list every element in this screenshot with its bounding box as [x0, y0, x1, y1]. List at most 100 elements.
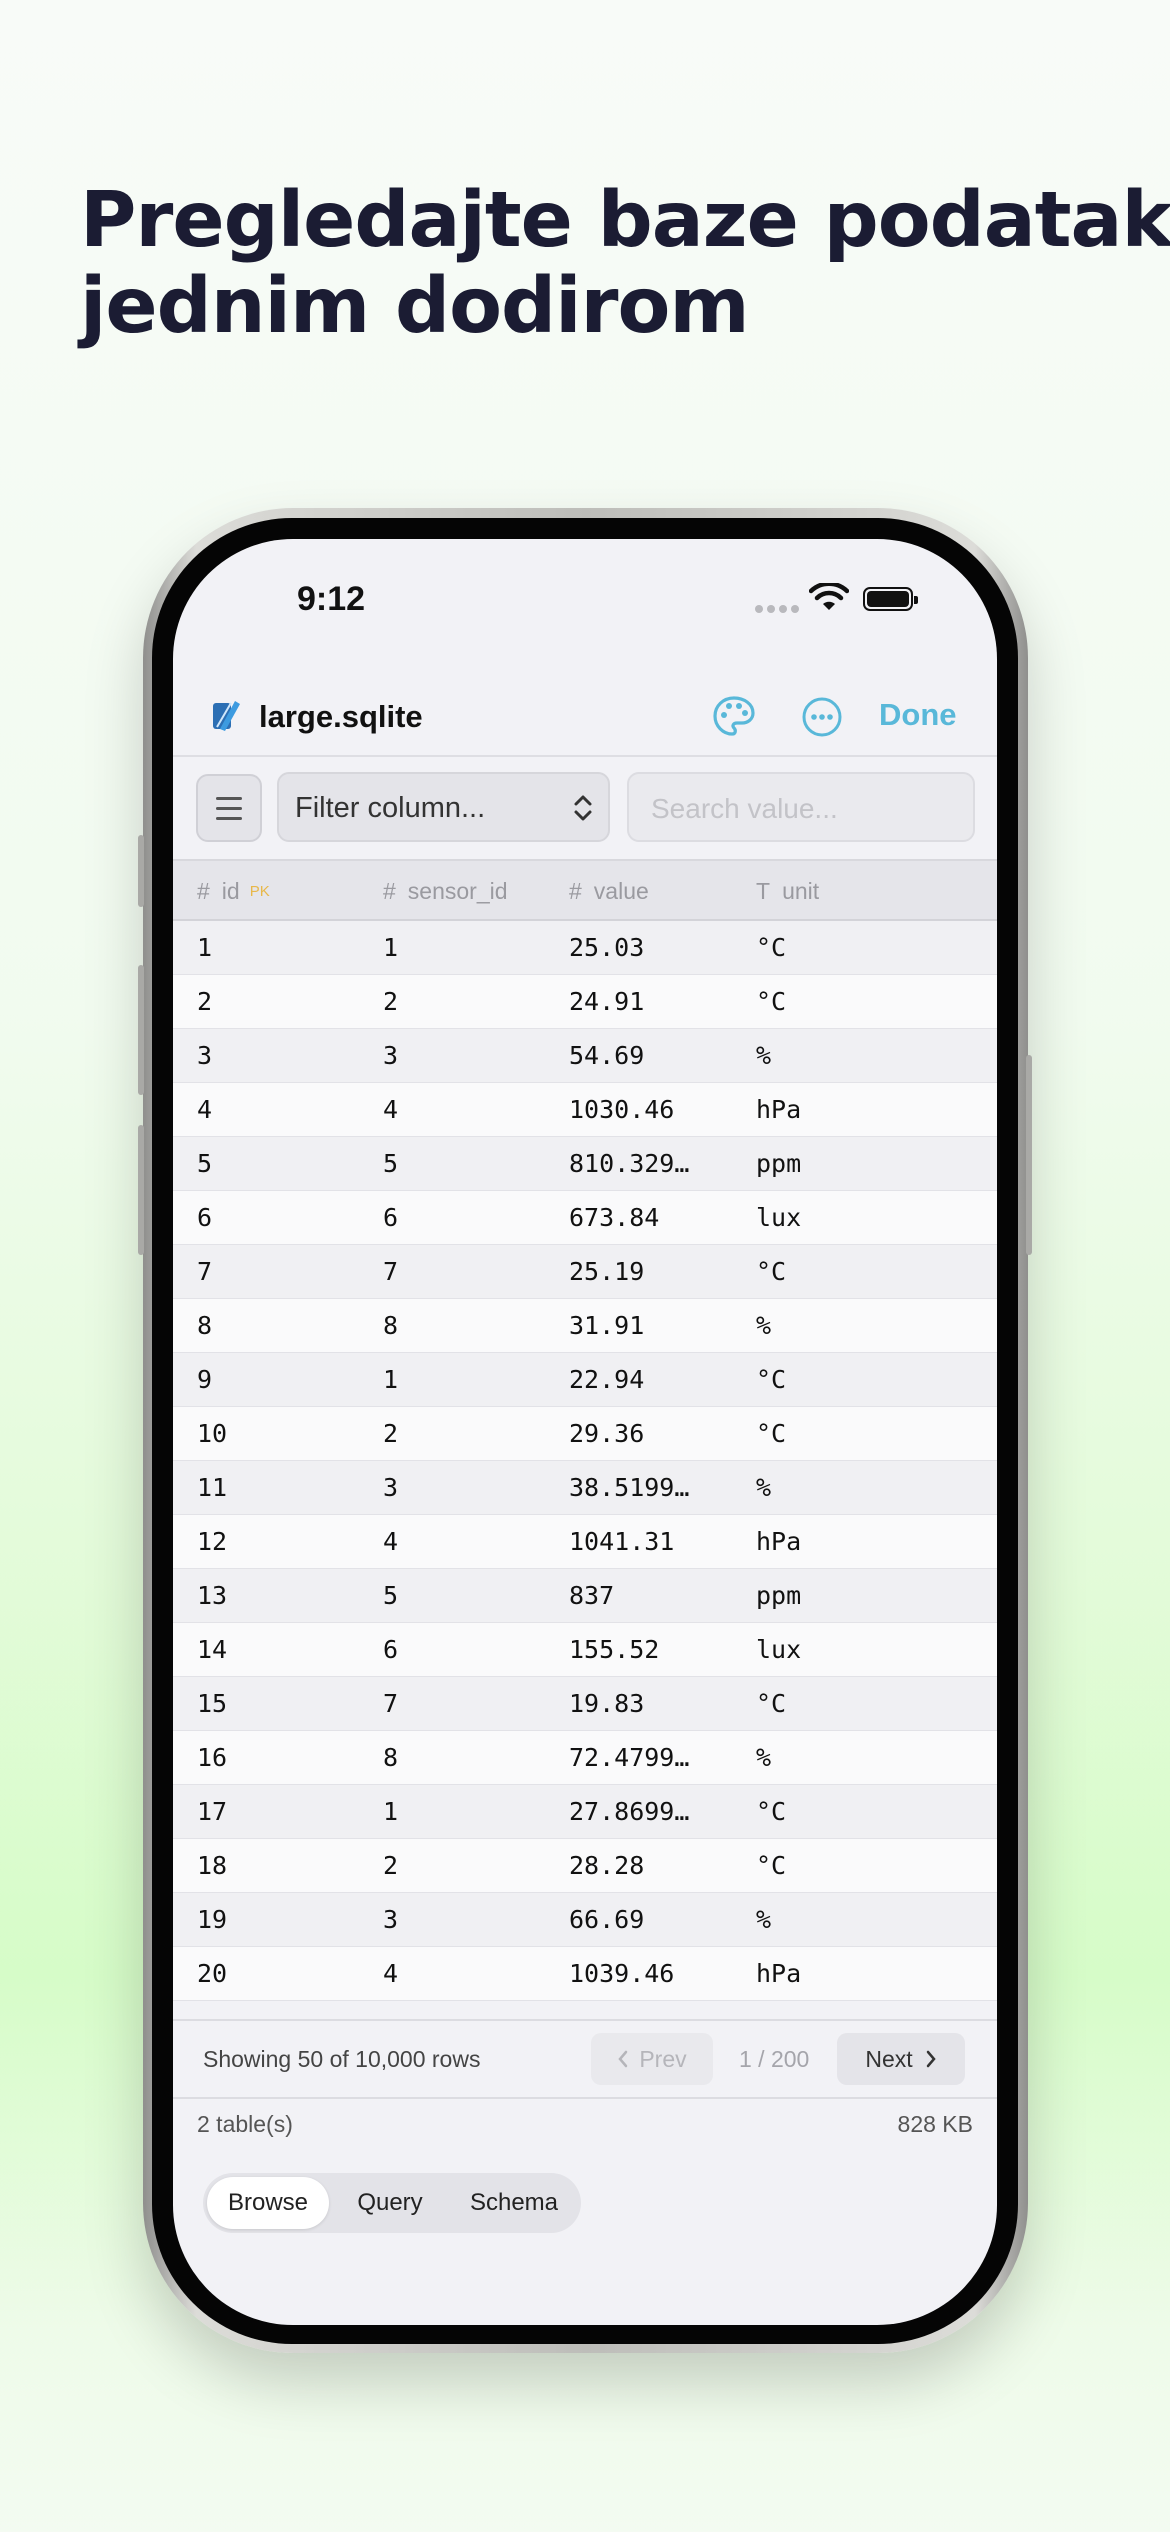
table-row[interactable]: 17 1 27.8699… °C [173, 1785, 997, 1839]
cell-id: 11 [197, 1473, 228, 1502]
more-icon[interactable] [801, 696, 843, 738]
cell-id: 9 [197, 1365, 213, 1394]
database-size: 828 KB [897, 2111, 973, 2137]
cell-value: 1039.46 [569, 1959, 675, 1988]
cell-unit: hPa [756, 1959, 802, 1988]
table-row[interactable]: 8 8 31.91% [173, 1299, 997, 1353]
done-button[interactable]: Done [879, 697, 957, 733]
cell-sensor-id: 6 [383, 1635, 399, 1664]
table-row[interactable]: 15 7 19.83 °C [173, 1677, 997, 1731]
file-icon [213, 701, 240, 731]
cell-unit: °C [756, 1257, 787, 1286]
table-row[interactable]: 11 3 38.5199…% [173, 1461, 997, 1515]
row-count-text: Showing 50 of 10,000 rows [203, 2046, 481, 2072]
cell-id: 18 [197, 1851, 228, 1880]
tables-count: 2 table(s) [197, 2111, 293, 2137]
cell-unit: °C [756, 1797, 787, 1826]
cell-id: 19 [197, 1905, 228, 1934]
table-row[interactable]: 1 1 25.03 °C [173, 921, 997, 975]
page-indicator: 1 / 200 [739, 2046, 810, 2072]
cell-value: 38.5199… [569, 1473, 690, 1502]
table-row[interactable]: 13 5 837 ppm [173, 1569, 997, 1623]
table-row[interactable]: 12 4 1041.31 hPa [173, 1515, 997, 1569]
cell-unit: hPa [756, 1095, 802, 1124]
cell-sensor-id: 2 [383, 1851, 399, 1880]
table-row[interactable]: 19 3 66.69% [173, 1893, 997, 1947]
cell-value: 27.8699… [569, 1797, 690, 1826]
prev-page-button[interactable]: Prev [591, 2033, 713, 2085]
next-page-button[interactable]: Next [837, 2033, 965, 2085]
headline-line-1: Pregledajte baze podataka [80, 176, 1170, 265]
table-row[interactable]: 16 8 72.4799…% [173, 1731, 997, 1785]
table-row[interactable]: 5 5 810.329… ppm [173, 1137, 997, 1191]
segment-schema[interactable]: Schema [451, 2177, 577, 2229]
view-mode-segmented-control: Browse Query Schema [203, 2173, 581, 2233]
chevron-right-icon [926, 2050, 936, 2068]
segment-query[interactable]: Query [329, 2177, 451, 2229]
table-row[interactable]: 7 7 25.19 °C [173, 1245, 997, 1299]
table-header: # id PK # sensor_id # value Tunit [173, 859, 997, 921]
column-header-unit[interactable]: Tunit [756, 878, 819, 905]
cellular-signal-icon [755, 605, 799, 613]
table-row[interactable]: 14 6 155.52 lux [173, 1623, 997, 1677]
volume-down-button [138, 1125, 144, 1255]
menu-line-icon [216, 796, 242, 800]
cell-sensor-id: 2 [383, 1419, 399, 1448]
cell-unit: % [756, 1473, 772, 1502]
menu-line-icon [216, 816, 242, 820]
segment-browse[interactable]: Browse [207, 2177, 329, 2229]
filter-column-select[interactable]: Filter column... [277, 772, 610, 842]
cell-sensor-id: 1 [383, 1797, 399, 1826]
text-type-icon: T [756, 878, 771, 904]
cell-id: 15 [197, 1689, 228, 1718]
cell-id: 6 [197, 1203, 213, 1232]
cell-unit: °C [756, 1365, 787, 1394]
cell-value: 155.52 [569, 1635, 660, 1664]
status-time: 9:12 [297, 580, 366, 618]
cell-value: 66.69 [569, 1905, 645, 1934]
file-title: large.sqlite [259, 699, 423, 734]
table-row[interactable]: 20 4 1039.46 hPa [173, 1947, 997, 2001]
search-value-input[interactable]: Search value... [627, 772, 975, 842]
nav-bar: large.sqlite Done [173, 679, 997, 759]
cell-id: 14 [197, 1635, 228, 1664]
table-row[interactable]: 18 2 28.28 °C [173, 1839, 997, 1893]
number-type-icon: # [383, 878, 396, 904]
cell-sensor-id: 5 [383, 1581, 399, 1610]
table-row[interactable]: 2 2 24.91 °C [173, 975, 997, 1029]
cell-value: 29.36 [569, 1419, 645, 1448]
cell-value: 673.84 [569, 1203, 660, 1232]
sidebar-toggle-button[interactable] [196, 774, 262, 842]
chevron-up-down-icon [574, 795, 592, 821]
cell-value: 1030.46 [569, 1095, 675, 1124]
cell-value: 72.4799… [569, 1743, 690, 1772]
column-header-sensor-id[interactable]: # sensor_id [383, 878, 508, 905]
action-button [138, 835, 144, 907]
cell-id: 12 [197, 1527, 228, 1556]
table-row[interactable]: 4 4 1030.46 hPa [173, 1083, 997, 1137]
cell-value: 25.19 [569, 1257, 645, 1286]
table-body: 1 1 25.03 °C 2 2 24.91 °C 3 3 54.69% 4 4 1030.46 hPa 5 5… [173, 921, 997, 2001]
cell-id: 7 [197, 1257, 213, 1286]
cell-id: 5 [197, 1149, 213, 1178]
palette-icon[interactable] [711, 694, 757, 740]
cell-sensor-id: 3 [383, 1905, 399, 1934]
table-row[interactable]: 9 1 22.94 °C [173, 1353, 997, 1407]
table-row[interactable]: 3 3 54.69% [173, 1029, 997, 1083]
cell-value: 810.329… [569, 1149, 690, 1178]
next-label: Next [865, 2045, 913, 2072]
table-row[interactable]: 10 2 29.36 °C [173, 1407, 997, 1461]
cell-unit: % [756, 1311, 772, 1340]
cell-value: 25.03 [569, 933, 645, 962]
filter-column-label: Filter column... [295, 792, 486, 824]
cell-unit: °C [756, 987, 787, 1016]
cell-id: 17 [197, 1797, 228, 1826]
cell-sensor-id: 4 [383, 1959, 399, 1988]
column-name: unit [782, 878, 820, 904]
table-row[interactable]: 6 6 673.84 lux [173, 1191, 997, 1245]
cell-value: 1041.31 [569, 1527, 675, 1556]
cell-sensor-id: 6 [383, 1203, 399, 1232]
column-header-id[interactable]: # id PK [197, 878, 270, 905]
app-screen: 9:12 large.sqlite Done Filter column... … [173, 539, 997, 2325]
column-header-value[interactable]: # value [569, 878, 649, 905]
